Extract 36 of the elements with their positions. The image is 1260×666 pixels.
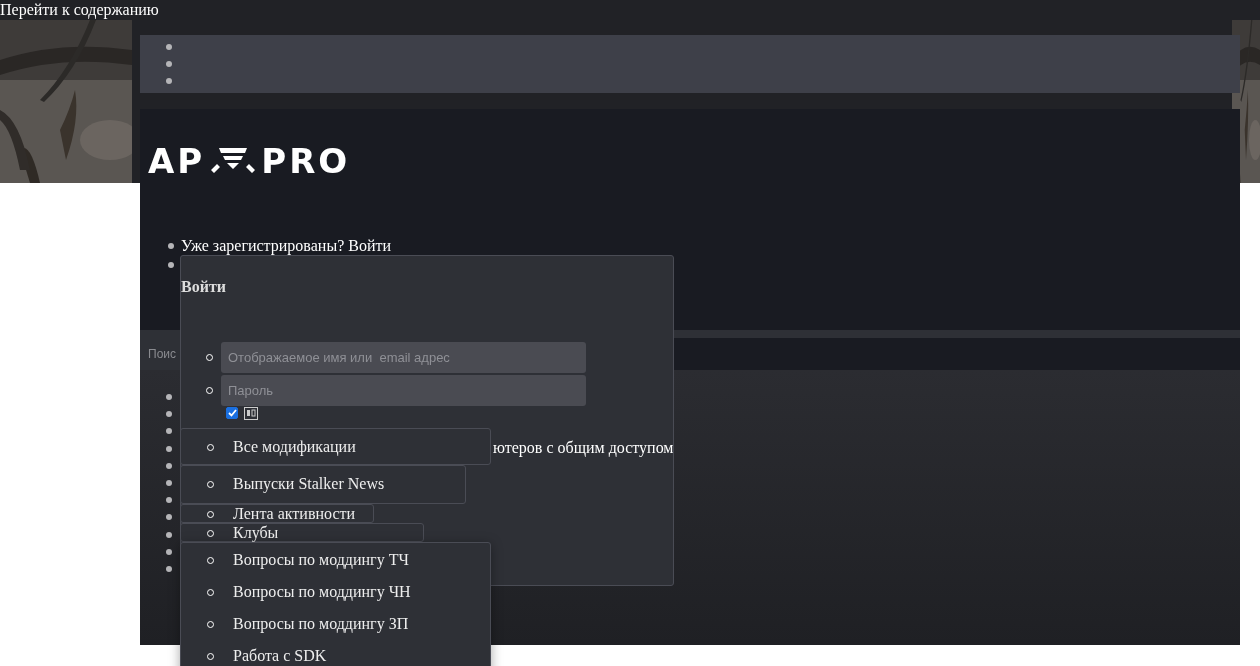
bullet-icon <box>166 531 172 538</box>
bullet-icon <box>166 479 172 486</box>
menu-item[interactable]: Клубы <box>181 524 423 542</box>
menu-item[interactable]: Вопросы по моддингу ЧН <box>181 583 490 601</box>
bullet-icon <box>166 44 172 50</box>
search-field[interactable]: Поис <box>140 338 180 370</box>
missing-glyph-icon <box>244 406 258 420</box>
bullet-icon <box>166 565 172 572</box>
bullet-icon <box>166 411 172 418</box>
bullet-icon <box>168 261 174 268</box>
remember-checkbox[interactable] <box>226 407 238 419</box>
menu-item[interactable]: Выпуски Stalker News <box>181 475 465 493</box>
logo-emblem-icon <box>209 146 258 176</box>
popup-title: Войти <box>181 278 227 296</box>
bullet-icon <box>166 548 172 555</box>
bullet-icon <box>166 394 172 400</box>
menu-item[interactable]: Все модификации <box>181 438 490 456</box>
username-field[interactable]: Отображаемое имя или email адрес <box>221 342 586 373</box>
bullet-icon <box>166 445 172 452</box>
sign-in-link[interactable]: Уже зарегистрированы? Войти <box>181 236 391 255</box>
logo-text[interactable]: AP <box>148 141 206 181</box>
password-field[interactable]: Пароль <box>221 375 586 406</box>
menu-item[interactable]: Вопросы по моддингу ТЧ <box>181 551 490 569</box>
bullet-icon <box>166 61 172 67</box>
bullet-icon <box>166 78 172 84</box>
bullet-icon <box>166 497 172 504</box>
skip-link[interactable]: Перейти к содержанию <box>0 0 159 21</box>
bullet-icon <box>166 428 172 435</box>
logo-text[interactable]: PRO <box>261 141 351 181</box>
menu-item[interactable]: Работа с SDK <box>181 647 490 665</box>
bullet-icon <box>166 514 172 521</box>
menu-item[interactable]: Вопросы по моддингу ЗП <box>181 615 490 633</box>
security-note: ютеров с общим доступом <box>493 439 674 457</box>
bullet-icon <box>166 462 172 469</box>
menu-item[interactable]: Лента активности <box>181 505 373 523</box>
bullet-icon <box>168 242 174 249</box>
